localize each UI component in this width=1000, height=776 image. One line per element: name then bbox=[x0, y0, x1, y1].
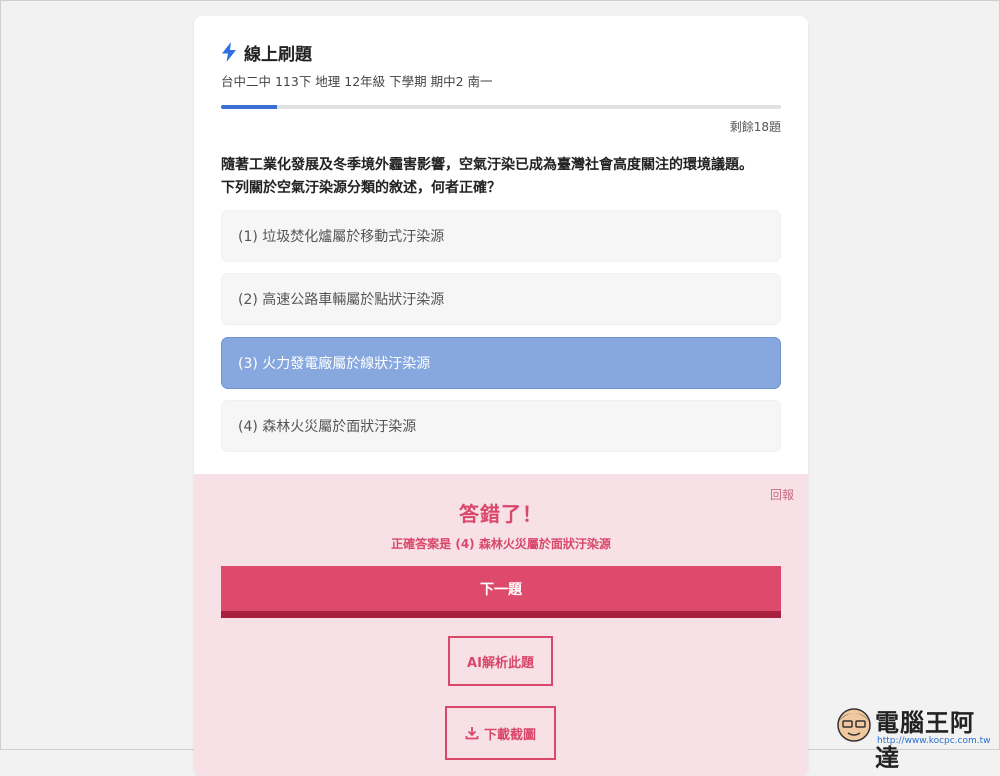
result-heading: 答錯了！ bbox=[459, 502, 543, 526]
progress-bar bbox=[221, 105, 781, 109]
feedback-panel: 回報 答錯了！ 正確答案是 (4) 森林火災屬於面狀汙染源 下一題 AI解析此題… bbox=[194, 474, 808, 776]
page-title: 線上刷題 bbox=[244, 44, 312, 65]
option-3-selected[interactable]: (3) 火力發電廠屬於線狀汙染源 bbox=[221, 337, 781, 389]
option-4[interactable]: (4) 森林火災屬於面狀汙染源 bbox=[221, 400, 781, 452]
quiz-header: 線上刷題 台中二中 113下 地理 12年級 下學期 期中2 南一 bbox=[221, 38, 781, 90]
quiz-card: 線上刷題 台中二中 113下 地理 12年級 下學期 期中2 南一 剩餘18題 … bbox=[194, 16, 808, 776]
remaining-count: 剩餘18題 bbox=[729, 120, 781, 134]
next-question-button[interactable]: 下一題 bbox=[221, 566, 781, 618]
option-3-label: (3) 火力發電廠屬於線狀汙染源 bbox=[238, 356, 431, 372]
question-text: 隨著工業化發展及冬季境外霾害影響，空氣汙染已成為臺灣社會高度關注的環境議題。 下… bbox=[221, 154, 786, 200]
progress-fill bbox=[221, 105, 277, 109]
ai-explain-button[interactable]: AI解析此題 bbox=[448, 636, 553, 686]
option-2-label: (2) 高速公路車輛屬於點狀汙染源 bbox=[238, 292, 445, 308]
option-4-label: (4) 森林火災屬於面狀汙染源 bbox=[238, 419, 417, 435]
download-screenshot-button[interactable]: 下載截圖 bbox=[445, 706, 556, 760]
bolt-icon bbox=[222, 42, 236, 62]
correct-answer-text: 正確答案是 (4) 森林火災屬於面狀汙染源 bbox=[391, 537, 611, 551]
question-line-1: 隨著工業化發展及冬季境外霾害影響，空氣汙染已成為臺灣社會高度關注的環境議題。 bbox=[221, 157, 753, 173]
option-1-label: (1) 垃圾焚化爐屬於移動式汙染源 bbox=[238, 229, 445, 245]
download-label: 下載截圖 bbox=[483, 727, 536, 743]
app-frame: 線上刷題 台中二中 113下 地理 12年級 下學期 期中2 南一 剩餘18題 … bbox=[0, 0, 1000, 776]
download-icon bbox=[465, 727, 479, 740]
watermark-url: http://www.kocpc.com.tw bbox=[877, 736, 991, 746]
exam-subtitle: 台中二中 113下 地理 12年級 下學期 期中2 南一 bbox=[221, 74, 493, 89]
title-row: 線上刷題 bbox=[221, 38, 781, 66]
mascot-face-icon bbox=[837, 708, 871, 742]
question-line-2: 下列關於空氣汙染源分類的敘述，何者正確？ bbox=[221, 180, 501, 196]
option-2[interactable]: (2) 高速公路車輛屬於點狀汙染源 bbox=[221, 273, 781, 325]
watermark: 電腦王阿達 http://www.kocpc.com.tw bbox=[833, 703, 998, 772]
option-1[interactable]: (1) 垃圾焚化爐屬於移動式汙染源 bbox=[221, 210, 781, 262]
